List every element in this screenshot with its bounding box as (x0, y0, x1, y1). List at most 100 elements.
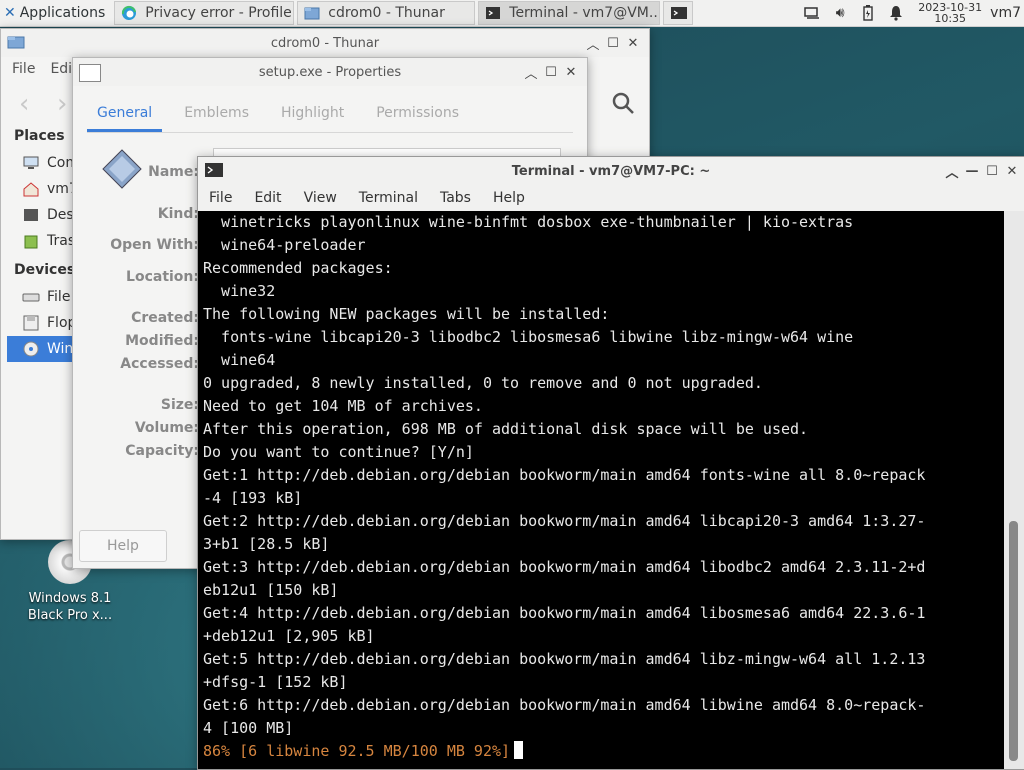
help-button[interactable]: Help (79, 530, 167, 562)
minimize-icon[interactable]: — (962, 164, 982, 179)
terminal-menubar: File Edit View Terminal Tabs Help (198, 185, 1024, 211)
terminal-titlebar[interactable]: Terminal - vm7@VM7-PC: ~ ︿ — ☐ ✕ (198, 157, 1024, 185)
properties-tabs: General Emblems Highlight Permissions (87, 94, 573, 133)
terminal-progress-line: 86% [6 libwine 92.5 MB/100 MB 92%] (203, 740, 1009, 763)
maximize-up-icon[interactable]: ︿ (942, 162, 962, 181)
sidebar-item-floppy[interactable]: Flop (7, 310, 75, 336)
menu-edit[interactable]: Edi (50, 61, 72, 77)
menu-view[interactable]: View (304, 190, 337, 206)
sidebar-item-label: vm7 (47, 181, 75, 197)
menu-tabs[interactable]: Tabs (440, 190, 471, 206)
sidebar-item-computer[interactable]: Com (7, 150, 75, 176)
terminal-line: wine64-preloader (203, 236, 366, 254)
menu-edit[interactable]: Edit (254, 190, 281, 206)
sidebar-item-home[interactable]: vm7 (7, 176, 75, 202)
taskbar-item-label: Privacy error - Profile... (145, 5, 295, 21)
notification-bell-icon[interactable] (885, 2, 907, 24)
close-icon[interactable]: ✕ (623, 36, 643, 51)
top-panel: ✕ Applications Privacy error - Profile..… (0, 0, 1024, 27)
computer-icon (22, 155, 40, 171)
sidebar-item-label: Tras (47, 233, 75, 249)
restore-icon[interactable]: ☐ (541, 65, 561, 80)
trash-icon (22, 233, 40, 249)
terminal-launcher-button[interactable] (663, 1, 694, 25)
battery-icon[interactable] (857, 2, 879, 24)
menu-file[interactable]: File (12, 61, 35, 77)
terminal-line: After this operation, 698 MB of addition… (203, 420, 809, 438)
terminal-line: Get:3 http://deb.debian.org/debian bookw… (203, 558, 926, 576)
desktop-icon-label-line2: Black Pro x... (27, 608, 113, 623)
terminal-scrollbar[interactable] (1004, 211, 1024, 769)
thunar-titlebar[interactable]: cdrom0 - Thunar ︿ ☐ ✕ (1, 29, 649, 57)
forward-arrow-icon[interactable]: › (57, 89, 67, 119)
window-title: Terminal - vm7@VM7-PC: ~ (511, 163, 711, 179)
terminal-cursor (514, 741, 524, 759)
devices-header: Devices (14, 262, 76, 278)
tab-general[interactable]: General (87, 94, 163, 132)
user-menu[interactable]: vm7 (990, 5, 1021, 21)
terminal-line: Get:2 http://deb.debian.org/debian bookw… (203, 512, 926, 530)
menu-help[interactable]: Help (493, 190, 525, 206)
back-arrow-icon[interactable]: ‹ (19, 89, 29, 119)
label-location: Location: (126, 269, 199, 285)
executable-file-icon (101, 148, 143, 194)
applications-label: Applications (19, 5, 106, 21)
terminal-icon (670, 5, 688, 21)
places-header: Places (14, 128, 65, 144)
close-icon[interactable]: ✕ (561, 65, 581, 80)
terminal-line: wine32 (203, 282, 276, 300)
system-tray: 🔊︎ 2023-10-31 10:35 vm7 (798, 0, 1024, 26)
thunar-sidebar: Places Com vm7 Des Tras Devices File Flo… (7, 124, 75, 362)
sidebar-item-label: Des (47, 207, 74, 223)
label-capacity: Capacity: (125, 443, 199, 459)
menu-file[interactable]: File (209, 190, 232, 206)
clock[interactable]: 2023-10-31 10:35 (918, 2, 982, 24)
maximize-up-icon[interactable]: ︿ (521, 63, 541, 82)
terminal-output[interactable]: winetricks playonlinux wine-binfmt dosbo… (198, 211, 1009, 769)
progress-text: 86% [6 libwine 92.5 MB/100 MB 92%] (203, 742, 511, 760)
taskbar-item-browser[interactable]: Privacy error - Profile... (114, 1, 295, 25)
cd-disc-icon (22, 341, 40, 357)
menu-terminal[interactable]: Terminal (359, 190, 418, 206)
sidebar-item-label: Com (47, 155, 75, 171)
taskbar-item-thunar[interactable]: cdrom0 - Thunar (297, 1, 476, 25)
label-size: Size: (160, 397, 199, 413)
tab-highlight[interactable]: Highlight (271, 94, 354, 132)
terminal-line: Get:6 http://deb.debian.org/debian bookw… (203, 696, 926, 714)
label-open-with: Open With: (110, 237, 199, 253)
taskbar-item-terminal[interactable]: Terminal - vm7@VM... (478, 1, 661, 25)
tab-emblems[interactable]: Emblems (174, 94, 259, 132)
home-icon (22, 181, 40, 197)
scrollbar-thumb[interactable] (1009, 521, 1018, 761)
restore-icon[interactable]: ☐ (982, 164, 1002, 179)
terminal-line: Do you want to continue? [Y/n] (203, 443, 474, 461)
sidebar-item-trash[interactable]: Tras (7, 228, 75, 254)
taskbar-item-label: Terminal - vm7@VM... (509, 5, 661, 21)
close-icon[interactable]: ✕ (1002, 164, 1022, 179)
terminal-line: +deb12u1 [2,905 kB] (203, 627, 375, 645)
terminal-icon (485, 5, 501, 21)
maximize-up-icon[interactable]: ︿ (583, 34, 603, 53)
volume-icon[interactable]: 🔊︎ (829, 2, 851, 24)
terminal-line: Need to get 104 MB of archives. (203, 397, 483, 415)
sidebar-item-desktop[interactable]: Des (7, 202, 75, 228)
network-icon[interactable] (801, 2, 823, 24)
terminal-line: wine64 (203, 351, 276, 369)
search-icon[interactable] (611, 91, 635, 119)
drive-icon (22, 289, 40, 305)
applications-menu-button[interactable]: ✕ Applications (0, 0, 111, 26)
terminal-line: 3+b1 [28.5 kB] (203, 535, 330, 553)
floppy-icon (22, 315, 40, 331)
properties-titlebar[interactable]: setup.exe - Properties ︿ ☐ ✕ (73, 58, 587, 86)
xfce-logo-icon: ✕ (4, 5, 16, 21)
sidebar-item-filesystem[interactable]: File (7, 284, 75, 310)
terminal-line: winetricks playonlinux wine-binfmt dosbo… (203, 213, 854, 231)
sidebar-item-label: Flop (47, 315, 75, 331)
desktop-icon-label-line1: Windows 8.1 (28, 591, 112, 606)
terminal-line: -4 [193 kB] (203, 489, 303, 507)
tab-permissions[interactable]: Permissions (366, 94, 469, 132)
sidebar-item-cdrom[interactable]: Win (7, 336, 75, 362)
terminal-window: Terminal - vm7@VM7-PC: ~ ︿ — ☐ ✕ File Ed… (197, 156, 1024, 770)
label-created: Created: (131, 310, 199, 326)
restore-icon[interactable]: ☐ (603, 36, 623, 51)
